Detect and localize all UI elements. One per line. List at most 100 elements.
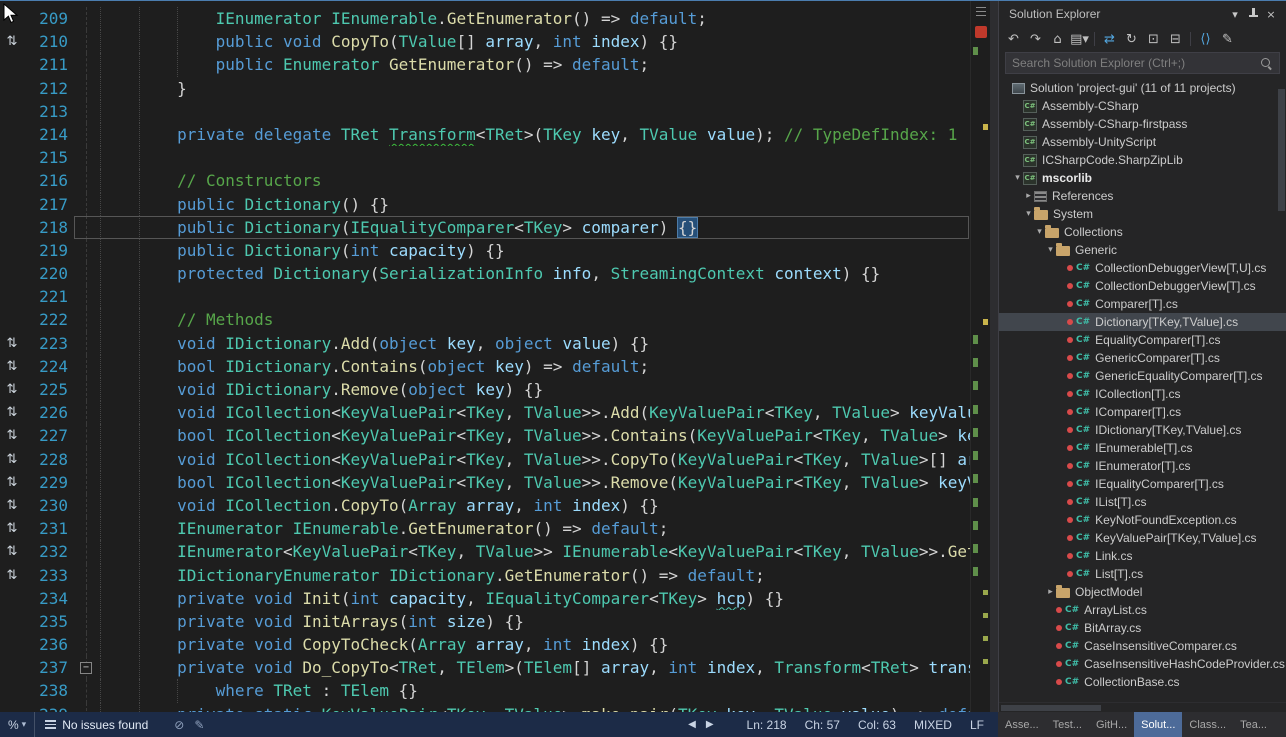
cursor-character[interactable]: Ch: 57 — [805, 718, 840, 732]
pin-icon[interactable] — [1244, 6, 1262, 22]
code-line-222[interactable]: 222// Methods — [0, 308, 970, 331]
code-line-232[interactable]: ⇅232IEnumerator<KeyValuePair<TKey, TValu… — [0, 540, 970, 563]
expand-open-icon[interactable]: ▾ — [1012, 173, 1023, 183]
tree-item[interactable]: C#Assembly-UnityScript — [999, 133, 1286, 151]
implements-glyph-icon[interactable]: ⇅ — [0, 540, 24, 563]
tree-item[interactable]: Solution 'project-gui' (11 of 11 project… — [999, 79, 1286, 97]
code-line-223[interactable]: ⇅223void IDictionary.Add(object key, obj… — [0, 332, 970, 355]
implements-glyph-icon[interactable]: ⇅ — [0, 517, 24, 540]
panel-tab[interactable]: Tea... — [1233, 712, 1274, 737]
code-line-228[interactable]: ⇅228void ICollection<KeyValuePair<TKey, … — [0, 448, 970, 471]
tree-item[interactable]: C#GenericComparer[T].cs — [999, 349, 1286, 367]
implements-glyph-icon[interactable]: ⇅ — [0, 564, 24, 587]
tree-item[interactable]: C#ICSharpCode.SharpZipLib — [999, 151, 1286, 169]
next-icon[interactable]: ▶ — [706, 719, 714, 730]
tree-item[interactable]: C#Dictionary[TKey,TValue].cs — [999, 313, 1286, 331]
tree-item[interactable]: C#Assembly-CSharp-firstpass — [999, 115, 1286, 133]
implements-glyph-icon[interactable]: ⇅ — [0, 332, 24, 355]
tree-item[interactable]: ▸ObjectModel — [999, 583, 1286, 601]
code-line-216[interactable]: 216// Constructors — [0, 169, 970, 192]
line-ending-indicator[interactable]: LF — [970, 718, 984, 732]
refresh-icon[interactable]: ↻ — [1121, 29, 1142, 49]
tree-item[interactable]: C#ICollection[T].cs — [999, 385, 1286, 403]
panel-tab[interactable]: Test... — [1046, 712, 1089, 737]
implements-glyph-icon[interactable]: ⇅ — [0, 30, 24, 53]
scrollbar-thumb[interactable] — [1001, 705, 1101, 711]
implements-glyph-icon[interactable]: ⇅ — [0, 378, 24, 401]
tree-item[interactable]: C#IEnumerator[T].cs — [999, 457, 1286, 475]
encoding-indicator[interactable]: MIXED — [914, 718, 952, 732]
tree-item[interactable]: C#IEqualityComparer[T].cs — [999, 475, 1286, 493]
editor-scrollbar[interactable] — [970, 1, 990, 712]
implements-glyph-icon[interactable]: ⇅ — [0, 494, 24, 517]
panel-splitter[interactable] — [990, 1, 998, 712]
code-line-218[interactable]: 218public Dictionary(IEqualityComparer<T… — [0, 216, 970, 239]
code-line-212[interactable]: 212} — [0, 77, 970, 100]
code-line-213[interactable]: 213 — [0, 100, 970, 123]
code-line-235[interactable]: 235private void InitArrays(int size) {} — [0, 610, 970, 633]
tree-item[interactable]: C#GenericEqualityComparer[T].cs — [999, 367, 1286, 385]
view-code-icon[interactable]: ⟨⟩ — [1195, 29, 1216, 49]
window-position-icon[interactable]: ▾ — [1226, 6, 1244, 22]
tree-horizontal-scrollbar[interactable] — [999, 702, 1286, 712]
tree-item[interactable]: C#IDictionary[TKey,TValue].cs — [999, 421, 1286, 439]
code-line-219[interactable]: 219public Dictionary(int capacity) {} — [0, 239, 970, 262]
code-line-234[interactable]: 234private void Init(int capacity, IEqua… — [0, 587, 970, 610]
code-line-209[interactable]: 209IEnumerator IEnumerable.GetEnumerator… — [0, 7, 970, 30]
code-line-225[interactable]: ⇅225void IDictionary.Remove(object key) … — [0, 378, 970, 401]
code-line-224[interactable]: ⇅224bool IDictionary.Contains(object key… — [0, 355, 970, 378]
code-line-226[interactable]: ⇅226void ICollection<KeyValuePair<TKey, … — [0, 401, 970, 424]
show-all-files-icon[interactable]: ⊡ — [1143, 29, 1164, 49]
expand-open-icon[interactable]: ▾ — [1045, 245, 1056, 255]
prev-icon[interactable]: ◀ — [688, 719, 696, 730]
code-line-230[interactable]: ⇅230void ICollection.CopyTo(Array array,… — [0, 494, 970, 517]
tree-item[interactable]: C#IEnumerable[T].cs — [999, 439, 1286, 457]
tree-item[interactable]: ▾C#mscorlib — [999, 169, 1286, 187]
back-icon[interactable]: ↶ — [1003, 29, 1024, 49]
tree-item[interactable]: C#Assembly-CSharp — [999, 97, 1286, 115]
tree-item[interactable]: C#EqualityComparer[T].cs — [999, 331, 1286, 349]
tree-item[interactable]: C#Link.cs — [999, 547, 1286, 565]
code-line-227[interactable]: ⇅227bool ICollection<KeyValuePair<TKey, … — [0, 424, 970, 447]
code-line-237[interactable]: 237−private void Do_CopyTo<TRet, TElem>(… — [0, 656, 970, 679]
tree-item[interactable]: ▸References — [999, 187, 1286, 205]
code-line-239[interactable]: 239private static KeyValuePair<TKey, TVa… — [0, 703, 970, 712]
implements-glyph-icon[interactable]: ⇅ — [0, 355, 24, 378]
forward-icon[interactable]: ↷ — [1025, 29, 1046, 49]
tree-item[interactable]: C#CaseInsensitiveComparer.cs — [999, 637, 1286, 655]
tree-item[interactable]: ▾Generic — [999, 241, 1286, 259]
search-icon[interactable] — [1260, 57, 1273, 70]
tree-item[interactable]: C#BitArray.cs — [999, 619, 1286, 637]
tree-vertical-scrollbar[interactable] — [1278, 89, 1285, 211]
tree-item[interactable]: C#ArrayList.cs — [999, 601, 1286, 619]
code-editor[interactable]: 209IEnumerator IEnumerable.GetEnumerator… — [0, 1, 970, 712]
tree-item[interactable]: ▾Collections — [999, 223, 1286, 241]
expand-open-icon[interactable]: ▾ — [1023, 209, 1034, 219]
properties-icon[interactable]: ✎ — [1217, 29, 1238, 49]
panel-tab[interactable]: Asse... — [998, 712, 1046, 737]
panel-tab[interactable]: Solut... — [1134, 712, 1182, 737]
search-input[interactable]: Search Solution Explorer (Ctrl+;) — [1005, 52, 1280, 74]
code-line-229[interactable]: ⇅229bool ICollection<KeyValuePair<TKey, … — [0, 471, 970, 494]
tree-item[interactable]: C#IList[T].cs — [999, 493, 1286, 511]
code-line-215[interactable]: 215 — [0, 146, 970, 169]
tree-item[interactable]: C#KeyValuePair[TKey,TValue].cs — [999, 529, 1286, 547]
close-icon[interactable]: × — [1262, 6, 1280, 22]
tree-item[interactable]: C#CollectionBase.cs — [999, 673, 1286, 691]
tree-item[interactable]: C#Comparer[T].cs — [999, 295, 1286, 313]
code-line-238[interactable]: 238where TRet : TElem {} — [0, 679, 970, 702]
panel-tab[interactable]: GitH... — [1089, 712, 1134, 737]
issues-status-text[interactable]: No issues found — [62, 718, 148, 732]
split-grid-icon[interactable] — [976, 7, 986, 17]
tree-item[interactable]: C#CollectionDebuggerView[T].cs — [999, 277, 1286, 295]
cursor-line[interactable]: Ln: 218 — [747, 718, 787, 732]
implements-glyph-icon[interactable]: ⇅ — [0, 471, 24, 494]
expand-open-icon[interactable]: ▾ — [1034, 227, 1045, 237]
tree-item[interactable]: C#CollectionDebuggerView[T,U].cs — [999, 259, 1286, 277]
expand-closed-icon[interactable]: ▸ — [1023, 191, 1034, 201]
code-line-233[interactable]: ⇅233IDictionaryEnumerator IDictionary.Ge… — [0, 564, 970, 587]
tree-item[interactable]: C#CaseInsensitiveHashCodeProvider.cs — [999, 655, 1286, 673]
code-line-231[interactable]: ⇅231IEnumerator IEnumerable.GetEnumerato… — [0, 517, 970, 540]
collapse-all-icon[interactable]: ⊟ — [1165, 29, 1186, 49]
code-line-214[interactable]: 214private delegate TRet Transform<TRet>… — [0, 123, 970, 146]
